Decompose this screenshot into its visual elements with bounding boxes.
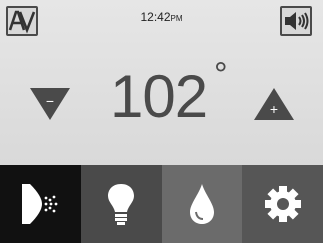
speaker-volume-icon <box>285 12 309 30</box>
display-panel: 12:42PM − 102 ° + <box>0 0 323 165</box>
spray-nozzle-icon <box>22 184 58 224</box>
bottom-nav <box>0 165 323 243</box>
temperature-value: 102 <box>110 63 208 130</box>
decrease-symbol: − <box>46 93 54 109</box>
increase-temp-button[interactable]: + <box>250 84 298 124</box>
degree-symbol: ° <box>214 56 228 94</box>
lightbulb-icon <box>108 184 135 225</box>
gear-icon <box>264 186 301 222</box>
nav-item-water[interactable] <box>161 165 243 243</box>
increase-symbol: + <box>270 101 278 117</box>
triangle-down-icon: − <box>30 88 70 120</box>
nav-item-settings[interactable] <box>242 165 323 243</box>
triangle-up-icon: + <box>254 88 294 120</box>
clock: 12:42PM <box>0 10 323 24</box>
thermostat-screen: 12:42PM − 102 ° + <box>0 0 323 243</box>
clock-time: 12:42 <box>140 10 171 24</box>
nav-item-spray[interactable] <box>0 165 81 243</box>
nav-item-light[interactable] <box>80 165 162 243</box>
clock-ampm: PM <box>170 14 183 23</box>
water-drop-icon <box>189 184 214 224</box>
temperature-row: − 102 ° + <box>0 56 323 132</box>
volume-button[interactable] <box>280 6 312 36</box>
decrease-temp-button[interactable]: − <box>26 84 74 124</box>
